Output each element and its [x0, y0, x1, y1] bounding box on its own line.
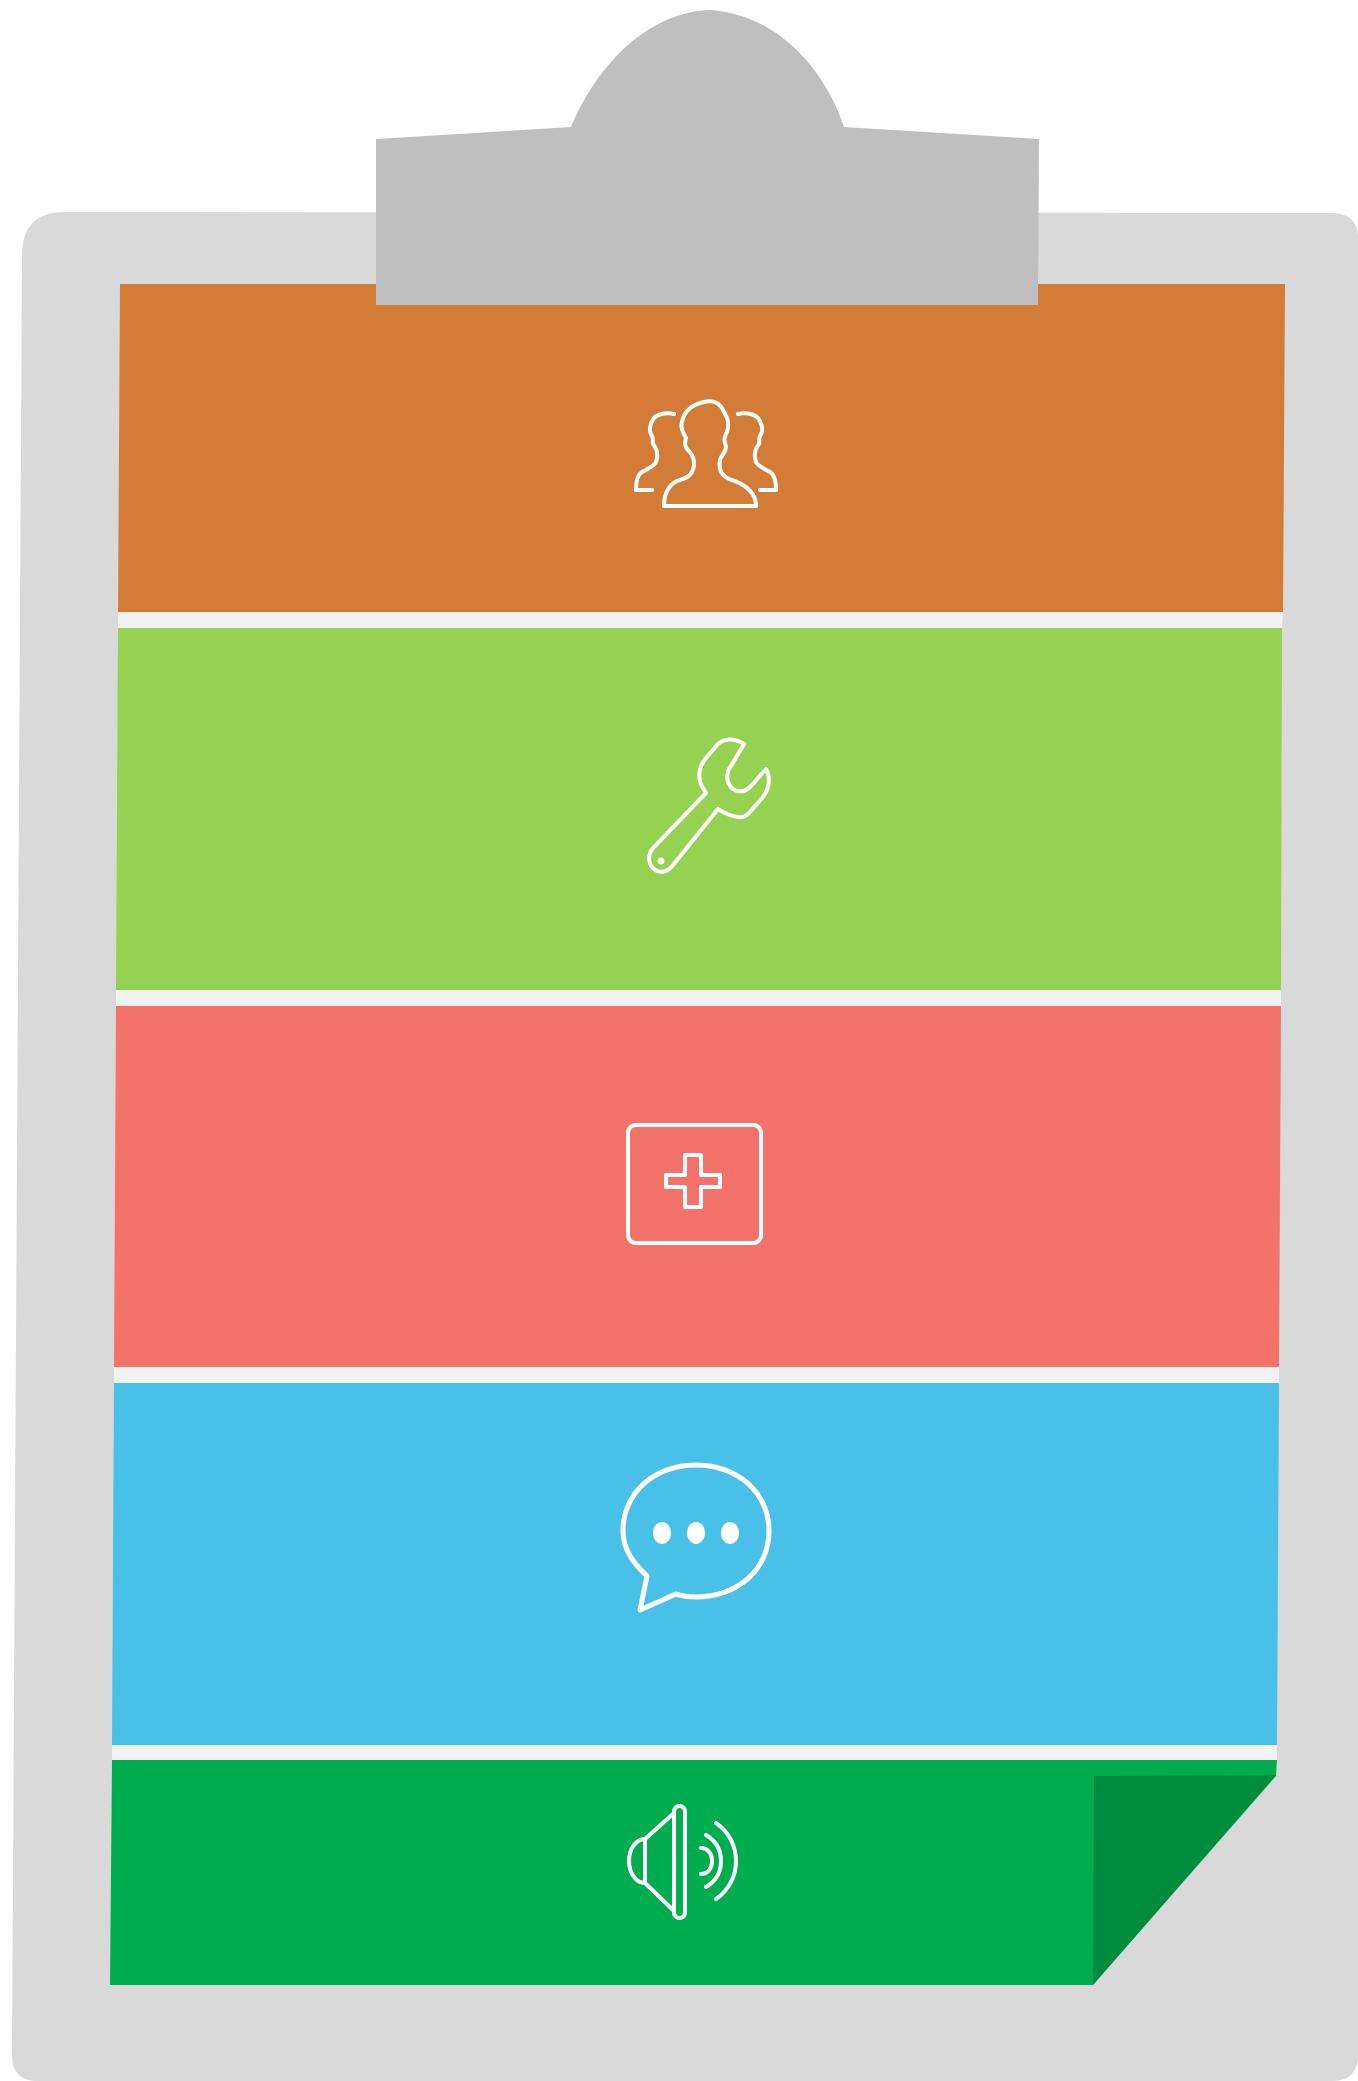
wrench-icon[interactable] [630, 730, 780, 895]
section-separator [112, 1745, 1277, 1760]
clipboard-diagram [0, 0, 1358, 2081]
section-separator [116, 990, 1281, 1006]
section-separator [118, 612, 1283, 628]
clipboard-graphic [12, 10, 1358, 2081]
users-icon[interactable] [620, 380, 790, 520]
section-separator [114, 1367, 1279, 1383]
clipboard-clip [376, 10, 1039, 305]
first-aid-icon[interactable] [620, 1118, 770, 1253]
speaker-icon[interactable] [618, 1795, 758, 1925]
chat-bubble-icon[interactable] [612, 1455, 782, 1625]
